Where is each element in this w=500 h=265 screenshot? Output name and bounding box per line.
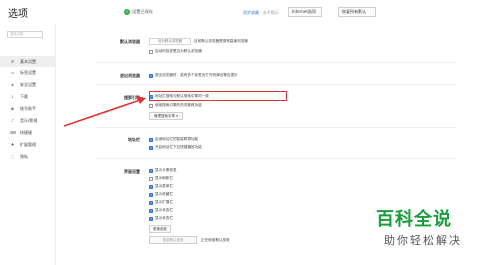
watermark-subtitle: 助你轻松解决 xyxy=(384,234,462,247)
watermark-logo: 百科全说 xyxy=(376,209,452,230)
